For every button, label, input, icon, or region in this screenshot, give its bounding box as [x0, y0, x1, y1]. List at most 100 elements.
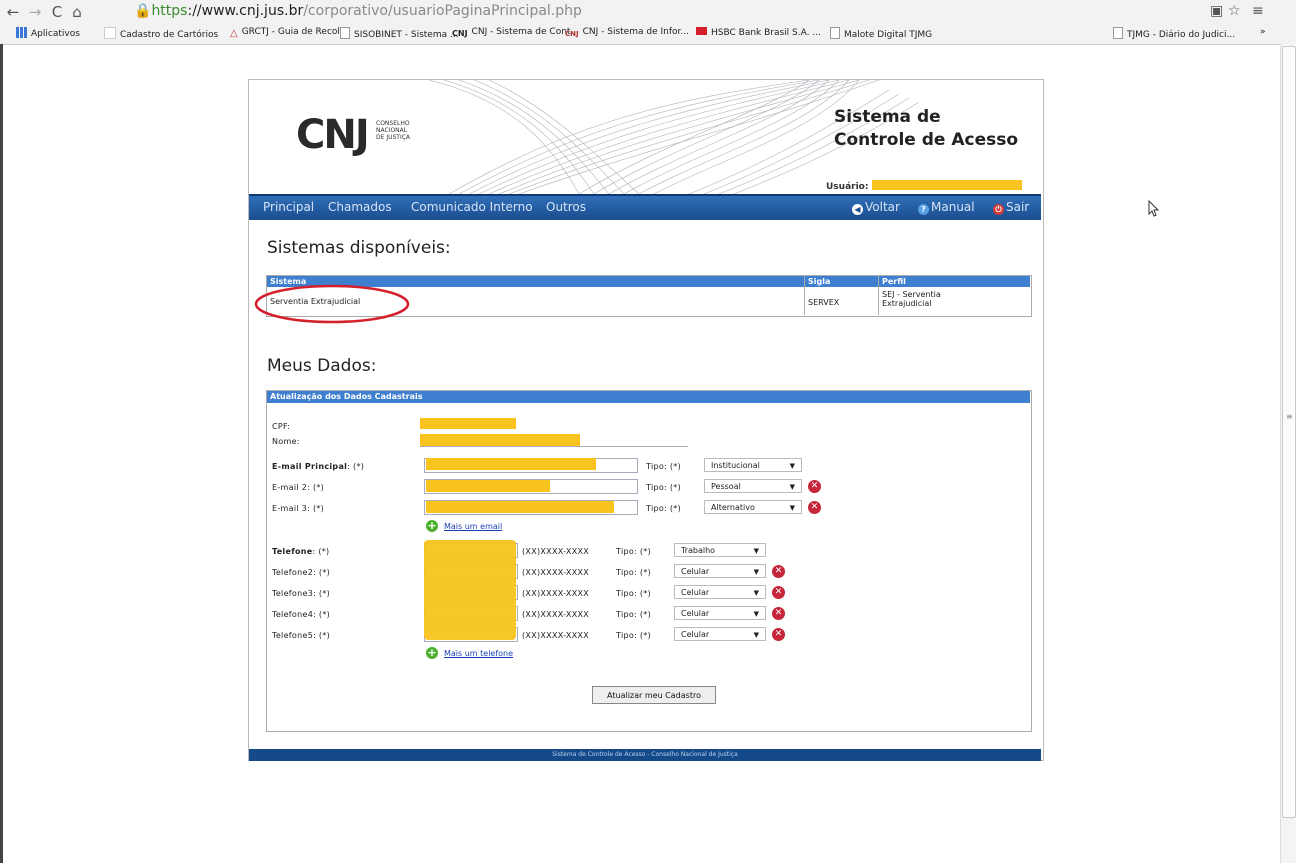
redacted-cpf: [420, 418, 516, 429]
tipo-label: Tipo: (*): [616, 547, 652, 556]
system-title-line: Sistema de: [834, 107, 941, 127]
tipo-label: Tipo: (*): [646, 462, 682, 471]
chevron-down-icon: ▼: [753, 631, 759, 639]
sair-link[interactable]: ⏻ Sair: [993, 200, 1029, 215]
url-scheme: https: [151, 3, 188, 19]
phone-label-2: Telefone2: (*): [272, 568, 330, 577]
redacted-email-2: [426, 480, 550, 492]
bookmarks-overflow[interactable]: »: [1260, 27, 1266, 37]
remove-email-3-icon[interactable]: ✕: [808, 501, 821, 514]
remove-phone-3-icon[interactable]: ✕: [772, 586, 785, 599]
bookmark-grctj[interactable]: △ GRCTJ - Guia de Recol...: [230, 27, 348, 39]
cnj-icon: CNJ: [565, 30, 579, 38]
col-sigla: Sigla: [808, 277, 831, 286]
bookmark-label: Cadastro de Cartórios: [120, 30, 219, 40]
bookmark-sisobinet[interactable]: SISOBINET - Sistema ...: [340, 27, 459, 40]
url-field[interactable]: 🔒https://www.cnj.jus.br/corporativo/usua…: [134, 2, 1194, 20]
label-rest: Telefone5: (*): [272, 631, 331, 640]
address-bar-row: ← → C ⌂ 🔒https://www.cnj.jus.br/corporat…: [0, 0, 1296, 22]
page-icon: [340, 27, 350, 39]
add-email-link[interactable]: Mais um email: [444, 522, 502, 531]
nav-principal[interactable]: Principal: [263, 200, 314, 214]
chevron-down-icon: ▼: [753, 589, 759, 597]
select-value: Celular: [681, 609, 710, 618]
bookmark-apps[interactable]: Aplicativos: [16, 27, 80, 39]
menu-icon[interactable]: ≡: [1252, 3, 1264, 19]
phone-tipo-select-1[interactable]: Trabalho ▼: [674, 543, 766, 557]
cnj-logo: CNJ: [296, 112, 370, 158]
bookmark-label: CNJ - Sistema de Infor...: [582, 27, 689, 37]
phone-tipo-select-5[interactable]: Celular ▼: [674, 627, 766, 641]
bookmark-cnj-infor[interactable]: CNJ CNJ - Sistema de Infor...: [565, 27, 689, 38]
sigla-cell: SERVEX: [808, 298, 840, 307]
email-label-1: E-mail Principal: (*): [272, 462, 364, 471]
select-value: Alternativo: [711, 503, 755, 512]
nome-label: Nome:: [272, 437, 300, 446]
perfil-line: SEJ - Serventia: [882, 290, 941, 299]
bookmark-cadastro[interactable]: Cadastro de Cartórios: [104, 27, 218, 40]
user-label: Usuário:: [826, 182, 869, 192]
forward-arrow-icon[interactable]: →: [26, 3, 44, 21]
bookmark-cnj-cont[interactable]: CNJ CNJ - Sistema de Cont...: [452, 27, 579, 38]
home-icon[interactable]: ⌂: [68, 3, 86, 21]
remove-email-2-icon[interactable]: ✕: [808, 480, 821, 493]
nav-comunicado-interno[interactable]: Comunicado Interno: [411, 200, 533, 214]
bookmark-tjmg[interactable]: TJMG - Diário do Judici...: [1113, 27, 1235, 40]
email-label-2: E-mail 2: (*): [272, 483, 324, 492]
phone-tipo-select-2[interactable]: Celular ▼: [674, 564, 766, 578]
label-rest: Telefone4: (*): [272, 610, 331, 619]
voltar-label: Voltar: [865, 200, 900, 214]
bookmark-malote[interactable]: Malote Digital TJMG: [830, 27, 932, 40]
phone-tipo-select-3[interactable]: Celular ▼: [674, 585, 766, 599]
remove-phone-5-icon[interactable]: ✕: [772, 628, 785, 641]
manual-link[interactable]: ? Manual: [918, 200, 975, 215]
extension-icon[interactable]: ▣: [1210, 3, 1223, 19]
system-title: Sistema de Controle de Acesso: [834, 106, 1018, 152]
bookmark-label: Malote Digital TJMG: [844, 30, 933, 40]
page-icon: [830, 27, 840, 39]
bookmark-label: TJMG - Diário do Judici...: [1127, 30, 1236, 40]
redacted-email-1: [426, 458, 596, 470]
email-tipo-select-1[interactable]: Institucional ▼: [704, 458, 802, 472]
perfil-cell: SEJ - Serventia Extrajudicial: [882, 290, 941, 308]
tipo-label: Tipo: (*): [616, 610, 652, 619]
remove-phone-2-icon[interactable]: ✕: [772, 565, 785, 578]
label-rest: : (*): [347, 462, 365, 471]
update-profile-button[interactable]: Atualizar meu Cadastro: [592, 686, 716, 704]
cpf-label: CPF:: [272, 422, 291, 431]
help-icon: ?: [918, 204, 929, 215]
bookmark-hsbc[interactable]: HSBC Bank Brasil S.A. ...: [696, 27, 821, 38]
nav-outros[interactable]: Outros: [546, 200, 586, 214]
select-value: Celular: [681, 567, 710, 576]
back-arrow-icon[interactable]: ←: [4, 3, 22, 21]
url-path: /corporativo/usuarioPaginaPrincipal.php: [303, 3, 582, 19]
phone-tipo-select-4[interactable]: Celular ▼: [674, 606, 766, 620]
reload-icon[interactable]: C: [48, 3, 66, 21]
bookmark-star-icon[interactable]: ☆: [1228, 3, 1241, 19]
tipo-label: Tipo: (*): [646, 504, 682, 513]
label-rest: E-mail 2: (*): [272, 483, 325, 492]
add-phone-icon[interactable]: +: [426, 647, 438, 659]
add-phone-link[interactable]: Mais um telefone: [444, 649, 513, 658]
label-rest: Telefone2: (*): [272, 568, 331, 577]
cnj-icon: CNJ: [452, 29, 468, 38]
add-email-icon[interactable]: +: [426, 520, 438, 532]
label-bold: Telefone: [272, 547, 313, 556]
meus-dados-heading: Meus Dados:: [267, 356, 377, 376]
email-tipo-select-2[interactable]: Pessoal ▼: [704, 479, 802, 493]
redacted-nome: [420, 434, 580, 446]
chevron-down-icon: ▼: [789, 483, 795, 491]
scrollbar-thumb[interactable]: [1282, 46, 1296, 818]
nav-chamados[interactable]: Chamados: [328, 200, 392, 214]
chevron-down-icon: ▼: [789, 462, 795, 470]
logo-sub-line: NACIONAL: [376, 127, 408, 134]
col-divider: [804, 276, 805, 315]
email-tipo-select-3[interactable]: Alternativo ▼: [704, 500, 802, 514]
voltar-link[interactable]: ◀ Voltar: [852, 200, 900, 215]
triangle-icon: △: [230, 28, 238, 39]
panel-title: Atualização dos Dados Cadastrais: [270, 392, 423, 401]
bookmark-label: SISOBINET - Sistema ...: [354, 30, 459, 40]
remove-phone-4-icon[interactable]: ✕: [772, 607, 785, 620]
select-value: Celular: [681, 588, 710, 597]
apps-grid-icon: [16, 27, 27, 38]
